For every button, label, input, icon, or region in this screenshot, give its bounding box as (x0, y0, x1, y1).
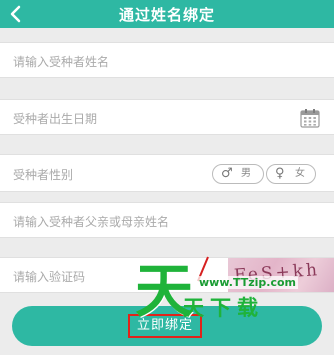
gender-male-button[interactable]: ♂ 男 (212, 164, 264, 184)
calendar-icon[interactable] (300, 108, 320, 128)
parent-name-placeholder: 请输入受种者父亲或母亲姓名 (13, 215, 170, 229)
captcha-image[interactable]: FeS+kh (228, 258, 334, 292)
annotation-arrow-icon (197, 256, 209, 282)
parent-name-field[interactable]: 请输入受种者父亲或母亲姓名 (0, 202, 334, 238)
birthdate-field[interactable]: 受种者出生日期 (0, 99, 334, 135)
gender-female-button[interactable]: ♀ 女 (266, 164, 316, 184)
female-icon: ♀ (275, 166, 285, 181)
captcha-image-text: FeS+kh (233, 260, 321, 286)
gender-label: 受种者性别 (13, 168, 74, 182)
birthdate-placeholder: 受种者出生日期 (13, 112, 98, 126)
name-placeholder: 请输入受种者姓名 (13, 55, 110, 69)
gender-field: 受种者性别 ♂ 男 ♀ 女 (0, 154, 334, 192)
gender-male-label: 男 (241, 168, 251, 179)
page-title: 通过姓名绑定 (118, 6, 215, 24)
name-field[interactable]: 请输入受种者姓名 (0, 42, 334, 78)
gender-female-label: 女 (295, 168, 305, 179)
male-icon: ♂ (221, 166, 233, 181)
app-header: 通过姓名绑定 (0, 0, 334, 28)
captcha-field[interactable]: 请输入验证码 FeS+kh (0, 257, 334, 293)
captcha-placeholder: 请输入验证码 (13, 270, 86, 284)
bind-submit-label[interactable]: 立即绑定 (128, 314, 202, 338)
